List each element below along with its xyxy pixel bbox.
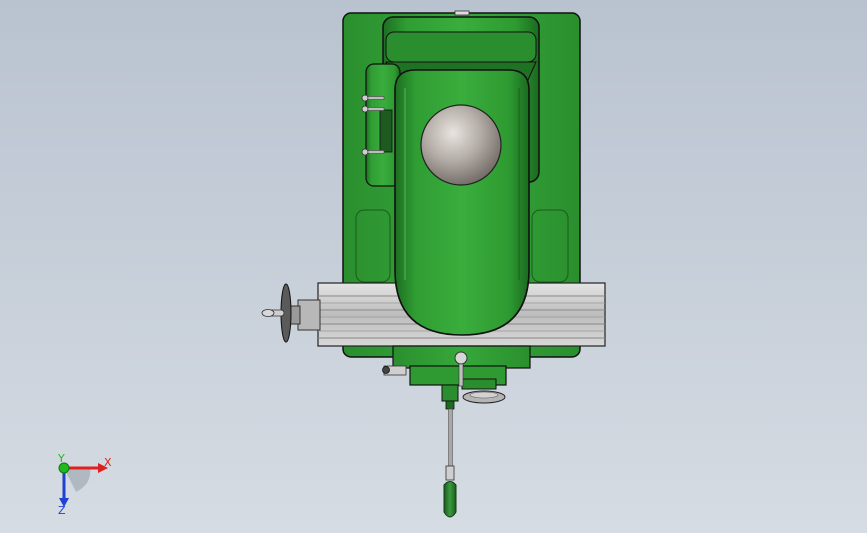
z-axis-label: Z	[58, 504, 66, 517]
spindle-dome[interactable]	[420, 104, 502, 186]
knee-crank[interactable]	[462, 390, 506, 404]
knee[interactable]	[382, 345, 531, 390]
cad-viewport[interactable]	[0, 0, 867, 533]
y-axis-label: Y	[57, 452, 65, 465]
orientation-triad: X Y Z	[57, 452, 112, 517]
x-axis-label: X	[104, 456, 112, 469]
table-handwheel[interactable]	[261, 283, 321, 343]
